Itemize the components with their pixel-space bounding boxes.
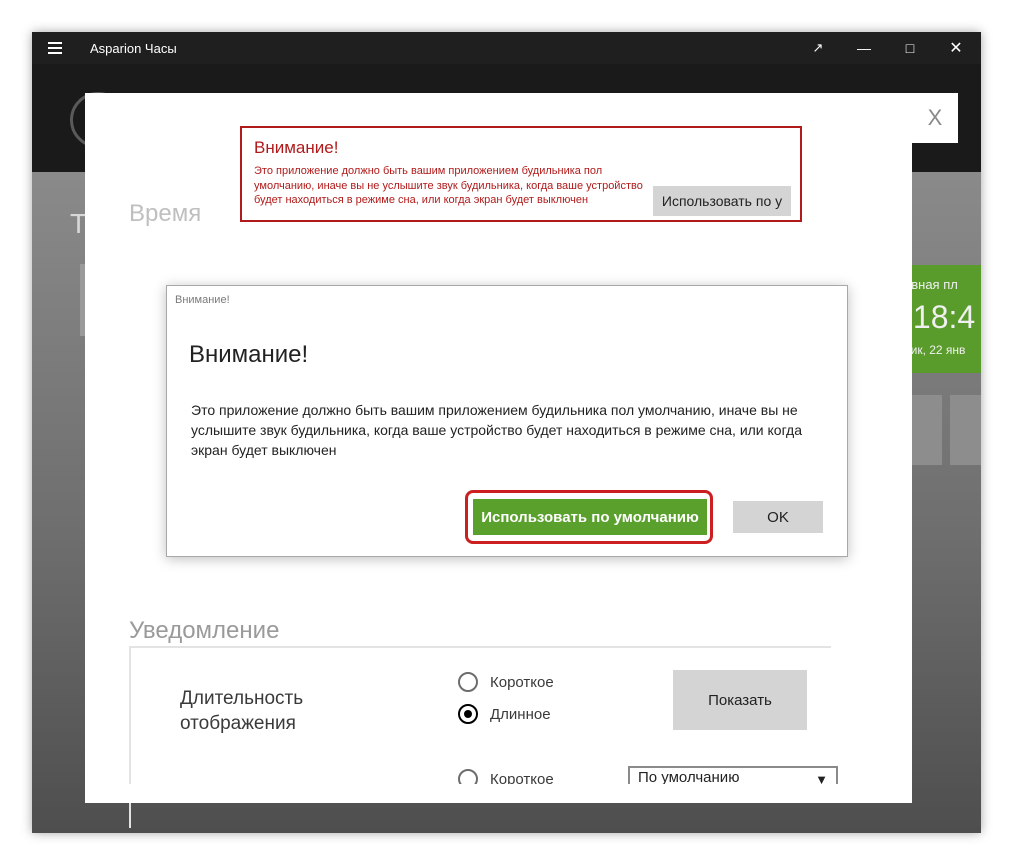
settings-close-button[interactable]: X	[912, 93, 958, 143]
warning-banner-text: Это приложение должно быть вашим приложе…	[254, 165, 643, 206]
warning-banner-title: Внимание!	[254, 138, 339, 157]
dialog-message: Это приложение должно быть вашим приложе…	[191, 402, 803, 458]
app-title: Asparion Часы	[90, 41, 177, 56]
maximize-button[interactable]: □	[887, 32, 933, 64]
section-heading-notification: Уведомление	[129, 617, 280, 644]
next-alarm-time: :18:4	[904, 299, 976, 335]
use-default-button[interactable]: Использовать по умолчанию	[473, 499, 707, 535]
ok-button[interactable]: OK	[733, 501, 823, 533]
section-heading-time: Время	[129, 200, 202, 227]
next-alarm-label: овная пл	[904, 277, 958, 292]
radio-long[interactable]: Длинное	[458, 704, 551, 724]
minimize-button[interactable]: —	[841, 32, 887, 64]
next-alarm-date: ник, 22 янв	[904, 343, 966, 357]
warning-banner: Внимание! Это приложение должно быть ваш…	[240, 126, 802, 222]
app-window: Asparion Часы ↗ — □ ✕ Т овная пл :18:4 н…	[32, 32, 981, 833]
use-default-banner-button[interactable]: Использовать по у	[653, 186, 791, 216]
show-button[interactable]: Показать	[673, 670, 807, 730]
radio-short[interactable]: Короткое	[458, 672, 554, 692]
next-alarm-card[interactable]: овная пл :18:4 ник, 22 янв	[904, 265, 981, 373]
hamburger-menu-icon[interactable]	[48, 42, 62, 54]
dialog-caption: Внимание!	[175, 294, 230, 306]
title-bar: Asparion Часы ↗ — □ ✕	[32, 32, 981, 64]
expand-icon[interactable]: ↗	[795, 32, 841, 64]
radio-label: Короткое	[490, 673, 554, 691]
warning-dialog: Внимание! Внимание! Это приложение должн…	[166, 285, 848, 557]
settings-panel-bottom	[85, 784, 912, 803]
close-window-button[interactable]: ✕	[933, 32, 979, 64]
background-tile	[950, 395, 981, 465]
radio-circle[interactable]	[458, 672, 478, 692]
duration-label: Длительность отображения	[180, 688, 304, 734]
radio-label: Длинное	[490, 705, 551, 723]
dialog-title: Внимание!	[189, 341, 309, 368]
radio-circle-checked[interactable]	[458, 704, 478, 724]
